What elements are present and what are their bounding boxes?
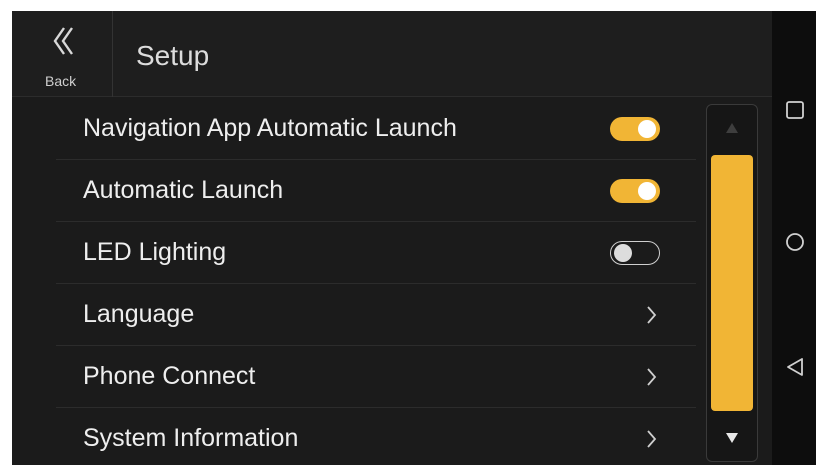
system-nav-bar xyxy=(772,11,816,465)
setting-label: Navigation App Automatic Launch xyxy=(83,114,457,142)
toggle-knob xyxy=(614,244,632,262)
circle-icon xyxy=(786,233,804,251)
recents-button[interactable] xyxy=(784,99,806,121)
triangle-left-icon xyxy=(787,358,803,376)
automatic-launch-toggle[interactable] xyxy=(610,179,660,203)
chevron-right-icon xyxy=(647,368,657,386)
setup-screen: Back Setup Navigation App Automatic Laun… xyxy=(12,11,772,465)
triangle-down-icon xyxy=(726,433,738,443)
setting-label: Phone Connect xyxy=(83,362,256,390)
system-back-button[interactable] xyxy=(784,356,806,378)
settings-list: Navigation App Automatic Launch Automati… xyxy=(56,98,696,465)
navigation-app-automatic-launch-toggle[interactable] xyxy=(610,117,660,141)
setting-label: System Information xyxy=(83,424,299,452)
setting-label: Automatic Launch xyxy=(83,176,284,204)
setting-label: LED Lighting xyxy=(83,238,227,266)
setting-row-language[interactable]: Language xyxy=(56,284,696,346)
page-title: Setup xyxy=(136,40,210,71)
setting-label: Language xyxy=(83,300,195,328)
back-label: Back xyxy=(45,73,77,89)
triangle-up-icon xyxy=(726,123,738,133)
toggle-knob xyxy=(638,182,656,200)
square-icon xyxy=(786,101,804,119)
setting-row-system-information[interactable]: System Information xyxy=(56,408,696,465)
scroll-down-button[interactable] xyxy=(707,415,757,461)
setting-row-phone-connect[interactable]: Phone Connect xyxy=(56,346,696,408)
led-lighting-toggle[interactable] xyxy=(610,241,660,265)
double-chevron-left-icon xyxy=(53,27,73,55)
chevron-right-icon xyxy=(647,430,657,448)
header: Back Setup xyxy=(12,11,772,97)
header-divider xyxy=(112,11,113,97)
chevron-right-icon xyxy=(647,306,657,324)
scrollbar[interactable] xyxy=(706,104,758,462)
setting-row-navigation-app-automatic-launch[interactable]: Navigation App Automatic Launch xyxy=(56,98,696,160)
back-button[interactable]: Back xyxy=(12,11,112,97)
toggle-knob xyxy=(638,120,656,138)
scrollbar-thumb[interactable] xyxy=(711,155,753,411)
setting-row-led-lighting[interactable]: LED Lighting xyxy=(56,222,696,284)
home-button[interactable] xyxy=(784,231,806,253)
scroll-up-button[interactable] xyxy=(707,105,757,151)
setting-row-automatic-launch[interactable]: Automatic Launch xyxy=(56,160,696,222)
